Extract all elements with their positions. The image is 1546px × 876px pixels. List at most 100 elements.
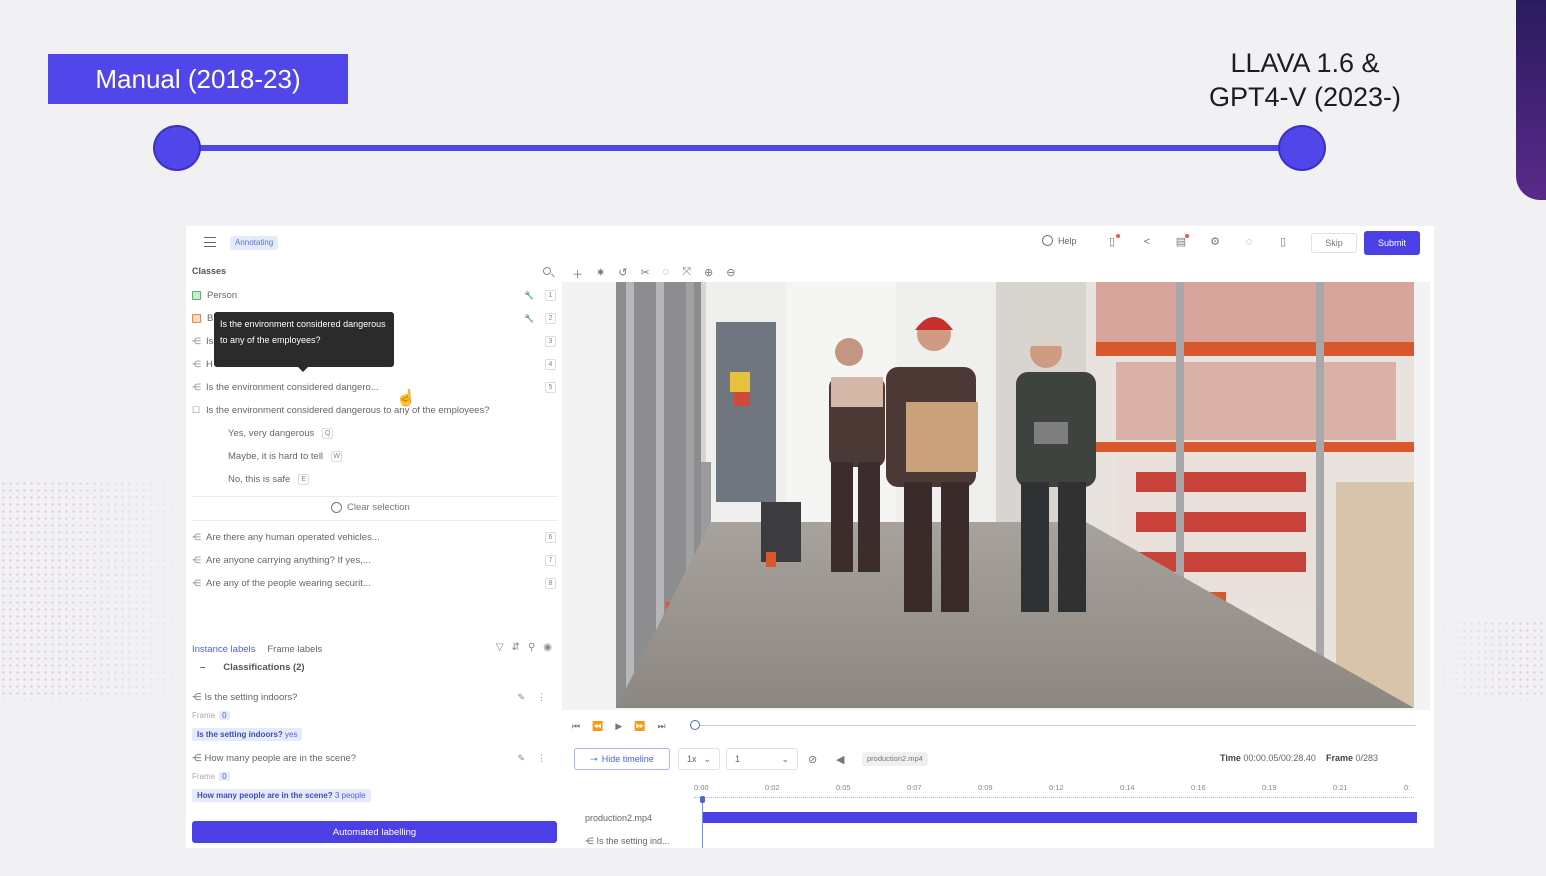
search-icon[interactable] [543, 267, 551, 275]
question-label: Is the environment considered dangerous … [206, 404, 490, 416]
class-label: H [206, 358, 213, 370]
tab-frame-labels[interactable]: Frame labels [267, 644, 322, 655]
skip-end-icon[interactable]: ⏭ [657, 721, 665, 732]
filter-icon[interactable]: ▽ [496, 642, 504, 653]
option-label: Maybe, it is hard to tell [228, 451, 324, 462]
hide-timeline-button[interactable]: ⊸ Hide timeline [574, 748, 670, 770]
tab-instance-labels[interactable]: Instance labels [192, 644, 255, 655]
previous-frame-icon[interactable]: ⏪ [592, 721, 603, 732]
help-icon [1042, 235, 1053, 246]
divider [192, 496, 558, 497]
skip-start-icon[interactable]: ⏮ [572, 721, 580, 732]
loop-icon[interactable]: ⊘ [808, 753, 817, 766]
add-icon[interactable]: ＋ [572, 266, 583, 282]
step-select[interactable]: 1 ⌄ [726, 748, 798, 770]
status-badge: Annotating [230, 236, 279, 250]
chevron-down-icon: ⌄ [703, 753, 711, 764]
edit-icon[interactable]: ✎ [517, 753, 525, 764]
time-label: Time [1220, 753, 1241, 763]
comment-icon[interactable]: ◌ [663, 266, 670, 282]
era-timeline-line [178, 145, 1302, 151]
class-color-swatch [192, 290, 201, 300]
ruler-tick-label: 0:21 [1333, 783, 1348, 792]
class-item-5[interactable]: ⋲ Is the environment considered dangero.… [192, 377, 558, 397]
notification-icon[interactable]: ▯ [1106, 234, 1120, 248]
comment-icon[interactable]: ◌ [1243, 236, 1255, 248]
class-label: B [207, 312, 214, 324]
next-frame-icon[interactable]: ⏩ [634, 721, 645, 732]
classifications-header[interactable]: – Classifications (2) [200, 662, 305, 673]
scrubber-handle[interactable] [690, 720, 700, 730]
submit-button[interactable]: Submit [1364, 231, 1420, 255]
video-track-bar[interactable] [702, 812, 1417, 823]
frame-label: Frame [192, 711, 216, 720]
brightness-icon[interactable]: ✷ [596, 266, 605, 282]
scrubber-track[interactable] [694, 725, 1416, 726]
hotkey-badge: 2 [545, 312, 556, 324]
hide-timeline-label: Hide timeline [601, 754, 654, 764]
time-value: 00:00.05/00:28.40 [1243, 753, 1316, 763]
volume-icon[interactable]: ◀ [836, 753, 844, 766]
tool-icon[interactable]: 🔧 [524, 291, 534, 300]
checkbox-icon: ☐ [192, 404, 201, 415]
automated-labelling-button[interactable]: Automated labelling [192, 821, 557, 843]
classifications-title: Classifications (2) [223, 662, 305, 673]
edit-icon[interactable]: ✎ [517, 692, 525, 703]
expanded-question[interactable]: ☐ Is the environment considered dangerou… [192, 400, 558, 420]
more-icon[interactable]: ⋮ [537, 753, 546, 764]
hotkey-badge: 4 [545, 358, 556, 370]
class-label: Are there any human operated vehicles... [206, 531, 380, 543]
classification-entry[interactable]: ⋲ How many people are in the scene? ✎ ⋮ [192, 753, 552, 764]
file-name-chip: production2.mp4 [862, 752, 928, 766]
speed-value: 1x [687, 754, 697, 764]
video-canvas[interactable] [562, 282, 1430, 710]
classification-question: Is the setting indoors? [204, 692, 298, 703]
playhead[interactable] [700, 796, 705, 848]
help-button[interactable]: Help [1042, 235, 1077, 246]
answer-option[interactable]: Maybe, it is hard to tell W [228, 451, 343, 462]
class-item-6[interactable]: ⋲ Are there any human operated vehicles.… [192, 527, 558, 547]
ruler-tick-label: 0:14 [1120, 783, 1135, 792]
class-label: Is [206, 335, 214, 347]
answer-option[interactable]: No, this is safe E [228, 474, 310, 485]
tool-icon[interactable]: 🔧 [524, 314, 534, 323]
visibility-icon[interactable]: ◉ [543, 642, 552, 653]
track-file-label: production2.mp4 [585, 813, 653, 823]
scissors-icon[interactable]: ✂ [640, 266, 649, 282]
document-icon[interactable]: ▯ [1277, 236, 1289, 248]
zoom-in-icon[interactable]: ⊕ [704, 266, 713, 282]
search-icon[interactable]: ⚲ [528, 642, 535, 653]
warehouse-scene-image [616, 282, 1414, 708]
class-item-person[interactable]: Person 🔧 1 [192, 285, 558, 305]
sort-icon[interactable]: ⇵ [512, 642, 520, 653]
lasso-icon[interactable]: ↺ [618, 266, 627, 282]
class-item-8[interactable]: ⋲ Are any of the people wearing securit.… [192, 573, 558, 593]
share-icon[interactable]: < [1141, 236, 1153, 248]
fit-screen-icon[interactable]: ⤧ [682, 266, 691, 282]
answer-option[interactable]: Yes, very dangerous Q [228, 428, 334, 439]
speed-select[interactable]: 1x ⌄ [678, 748, 720, 770]
ruler-tick-label: 0:09 [978, 783, 993, 792]
calendar-icon[interactable]: ▤ [1175, 234, 1189, 248]
collapse-icon[interactable]: – [200, 662, 205, 673]
classification-icon: ⋲ [192, 753, 202, 764]
more-icon[interactable]: ⋮ [537, 692, 546, 703]
class-item-7[interactable]: ⋲ Are anyone carrying anything? If yes,.… [192, 550, 558, 570]
play-icon[interactable]: ▶ [615, 721, 622, 732]
menu-icon[interactable] [204, 237, 216, 247]
classes-header: Classes [192, 266, 227, 276]
classification-icon: ⋲ [192, 554, 201, 565]
clear-selection-button[interactable]: Clear selection [331, 502, 410, 513]
zoom-out-icon[interactable]: ⊖ [726, 266, 735, 282]
classification-icon: ⋲ [192, 381, 201, 392]
skip-button[interactable]: Skip [1311, 233, 1357, 253]
answer-question: How many people are in the scene? [197, 791, 333, 800]
ruler-tick-label: 0:00 [694, 783, 709, 792]
settings-icon[interactable]: ⚙ [1209, 236, 1221, 248]
ruler-tick-label: 0: [1404, 783, 1411, 792]
frame-info: Frame 0 [192, 772, 230, 781]
classification-entry[interactable]: ⋲ Is the setting indoors? ✎ ⋮ [192, 692, 552, 703]
llava-era-line1: LLAVA 1.6 & [1230, 48, 1380, 78]
frame-label: Frame [1325, 753, 1353, 763]
llava-era-line2: GPT4-V (2023-) [1208, 82, 1402, 112]
